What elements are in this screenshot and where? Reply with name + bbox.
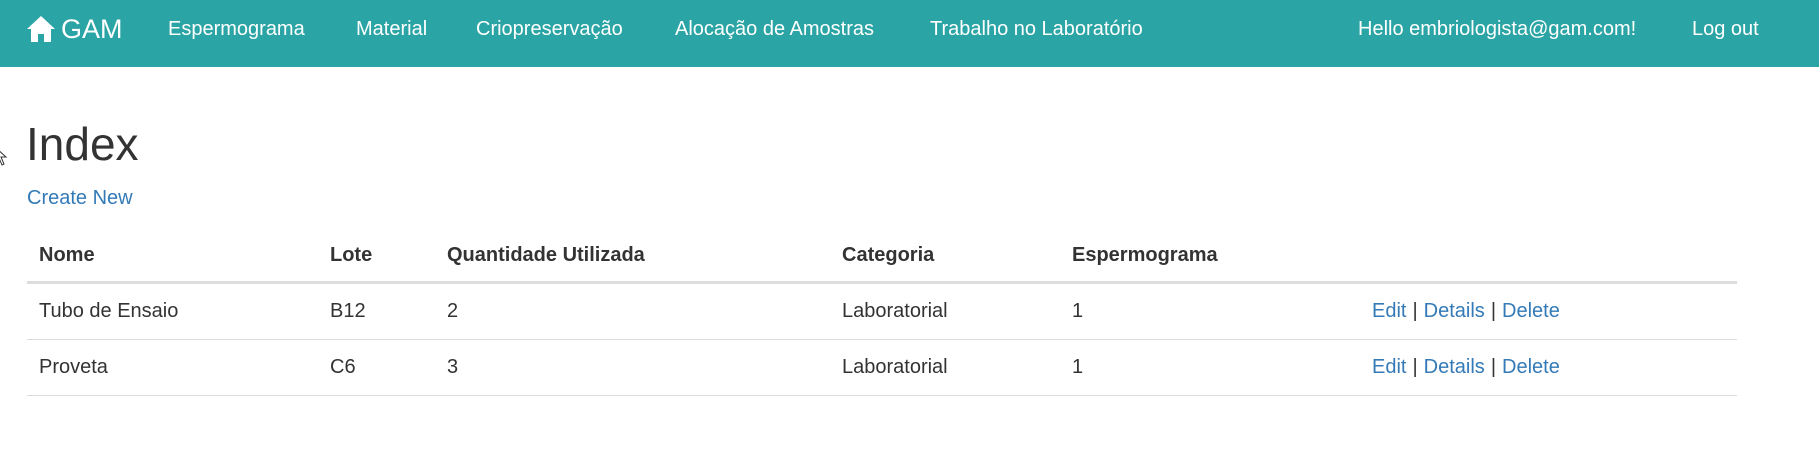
nav-item-alocacao-de-amostras[interactable]: Alocação de Amostras xyxy=(675,16,874,42)
cell-nome: Proveta xyxy=(39,356,108,378)
brand-link[interactable]: GAM xyxy=(26,12,123,46)
home-icon xyxy=(27,16,55,42)
separator: | xyxy=(1412,300,1418,322)
brand-label: GAM xyxy=(61,14,123,44)
cell-categoria: Laboratorial xyxy=(842,300,948,322)
create-new-link[interactable]: Create New xyxy=(27,186,133,210)
separator: | xyxy=(1490,356,1497,378)
cell-espermograma: 1 xyxy=(1072,300,1084,322)
details-link[interactable]: Details xyxy=(1424,300,1485,322)
table-header-row: Nome Lote Quantidade Utilizada Categoria… xyxy=(27,230,1737,284)
mouse-cursor-icon xyxy=(0,150,8,166)
header-quantidade-utilizada: Quantidade Utilizada xyxy=(447,244,645,266)
edit-link[interactable]: Edit xyxy=(1372,300,1406,322)
user-greeting-link[interactable]: Hello embriologista@gam.com! xyxy=(1358,16,1636,42)
page-title: Index xyxy=(26,118,139,170)
nav-item-trabalho-no-laboratorio[interactable]: Trabalho no Laboratório xyxy=(930,16,1143,42)
separator: | xyxy=(1412,356,1418,378)
nav-item-material[interactable]: Material xyxy=(356,16,427,42)
delete-link[interactable]: Delete xyxy=(1502,356,1560,378)
table-row: Proveta C6 3 Laboratorial 1 Edit | Details… xyxy=(27,340,1737,396)
cell-espermograma: 1 xyxy=(1072,356,1084,378)
top-navbar: GAM Espermograma Material Criopreservaçã… xyxy=(0,0,1819,67)
header-espermograma: Espermograma xyxy=(1072,244,1218,266)
header-nome: Nome xyxy=(39,244,95,266)
logout-link[interactable]: Log out xyxy=(1692,16,1759,42)
delete-link[interactable]: Delete xyxy=(1502,300,1560,322)
materials-table: Nome Lote Quantidade Utilizada Categoria… xyxy=(27,230,1737,396)
cell-categoria: Laboratorial xyxy=(842,356,948,378)
row-actions: Edit | Details | Delete xyxy=(1372,284,1560,339)
cell-lote: C6 xyxy=(330,356,356,378)
cell-lote: B12 xyxy=(330,300,366,322)
cell-quantidade: 3 xyxy=(447,356,459,378)
header-categoria: Categoria xyxy=(842,244,935,266)
cell-quantidade: 2 xyxy=(447,300,459,322)
separator: | xyxy=(1490,300,1497,322)
header-lote: Lote xyxy=(330,244,373,266)
nav-item-criopreservacao[interactable]: Criopreservação xyxy=(476,16,623,42)
table-row: Tubo de Ensaio B12 2 Laboratorial 1 Edit… xyxy=(27,284,1737,340)
row-actions: Edit | Details | Delete xyxy=(1372,340,1560,395)
cell-nome: Tubo de Ensaio xyxy=(39,300,179,322)
details-link[interactable]: Details xyxy=(1424,356,1485,378)
nav-item-espermograma[interactable]: Espermograma xyxy=(168,16,305,42)
edit-link[interactable]: Edit xyxy=(1372,356,1406,378)
